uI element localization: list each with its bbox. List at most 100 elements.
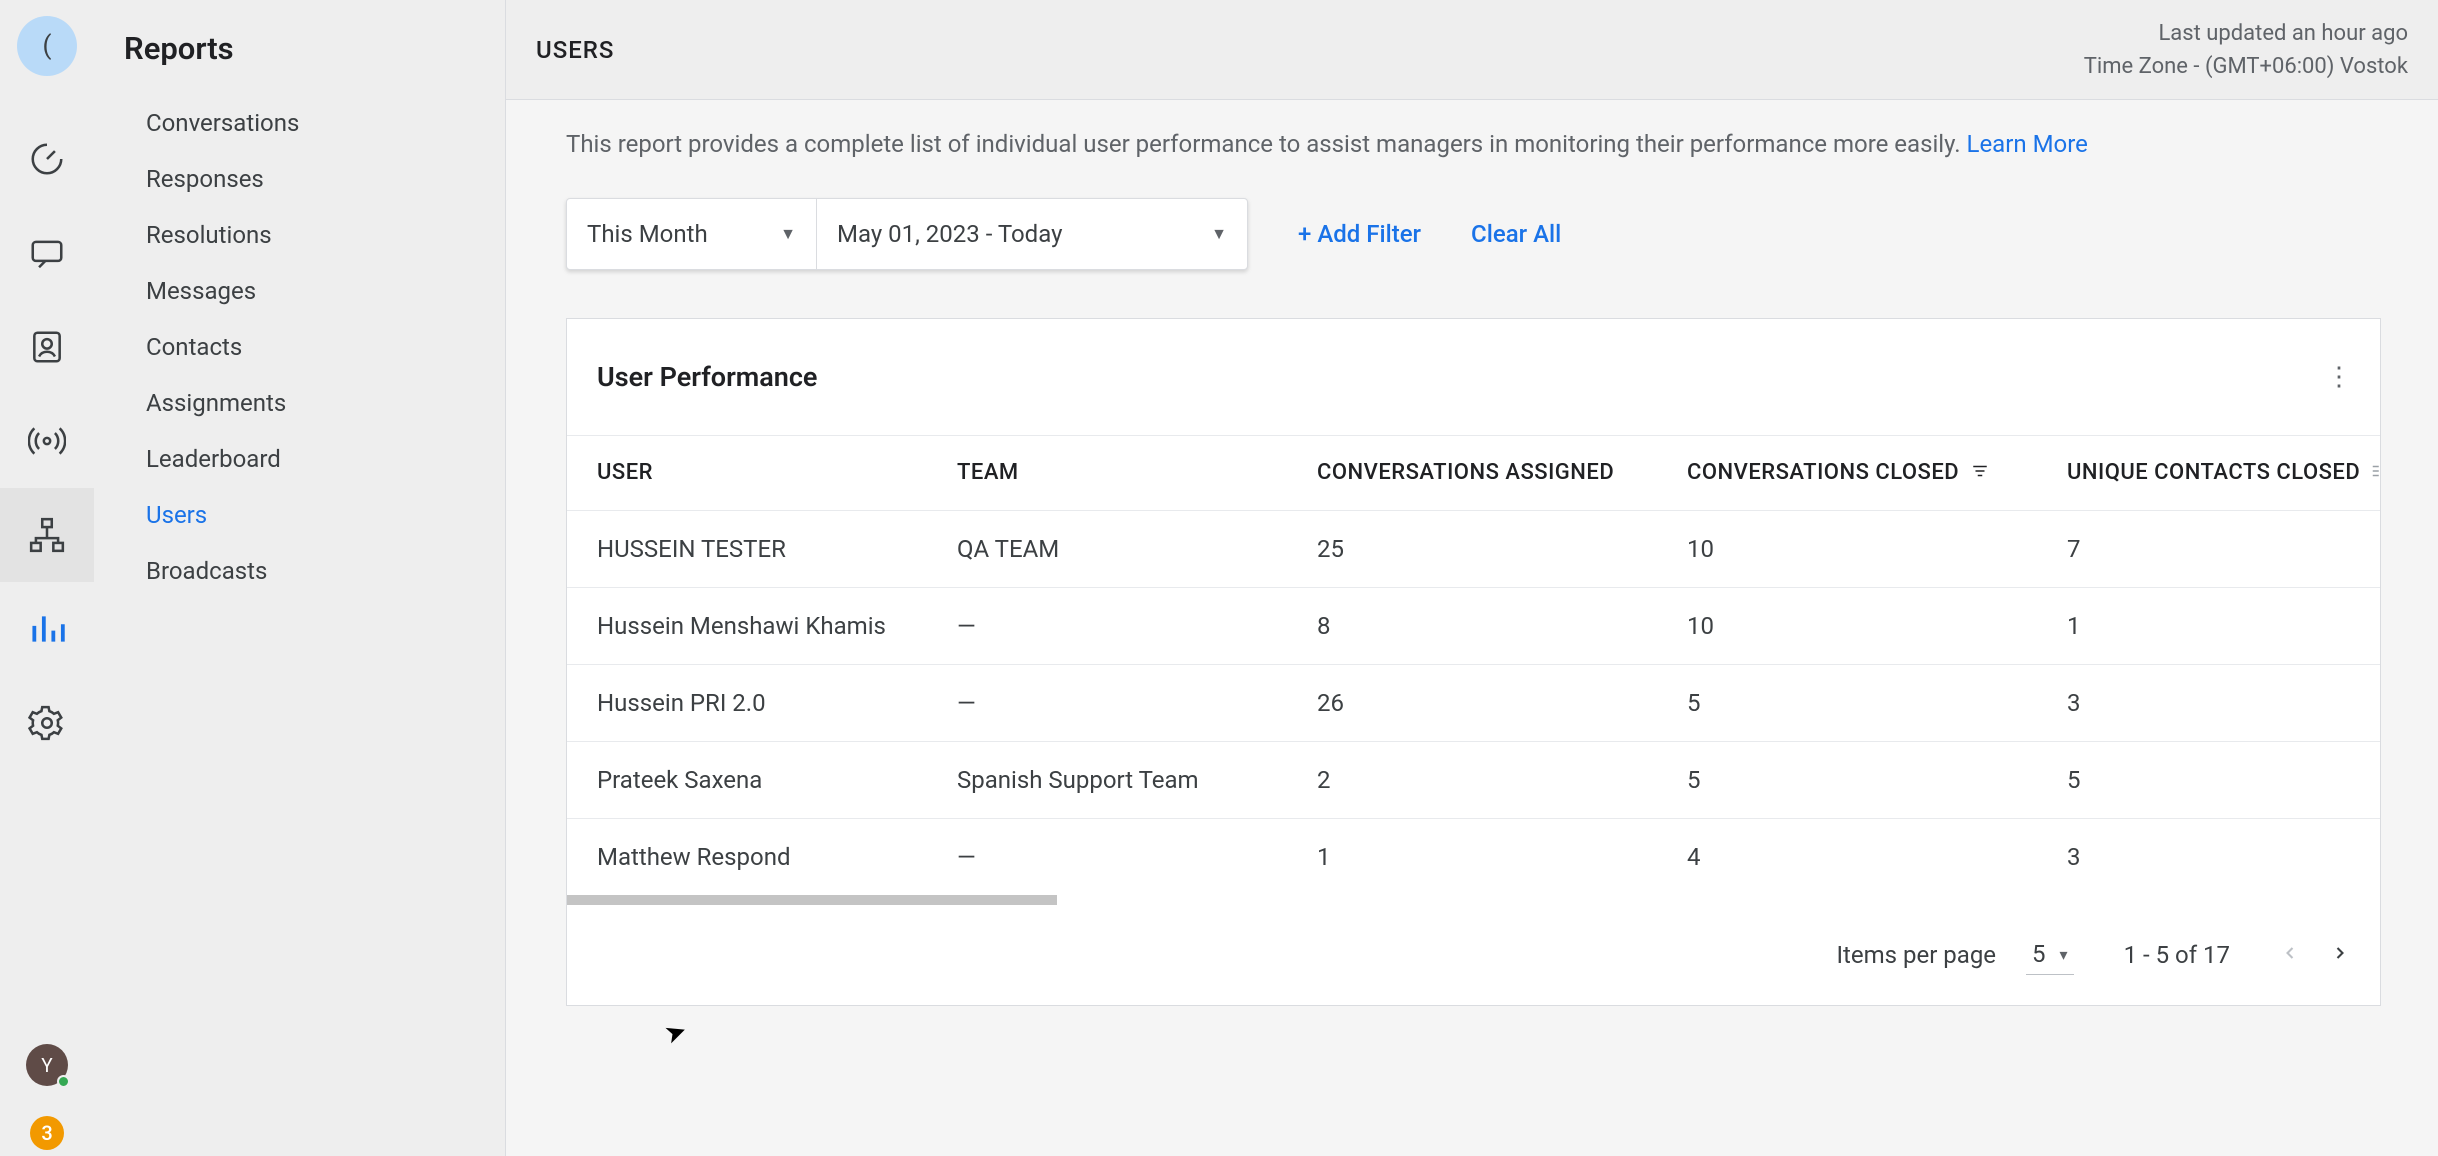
column-header-label: TEAM bbox=[957, 460, 1019, 485]
column-header[interactable]: UNIQUE CONTACTS CLOSED bbox=[2037, 436, 2380, 511]
table-row[interactable]: HUSSEIN TESTERQA TEAM25107 bbox=[567, 510, 2380, 587]
sidebar: Reports ConversationsResponsesResolution… bbox=[94, 0, 506, 1156]
sidebar-item-label: Leaderboard bbox=[146, 445, 281, 473]
user-avatar[interactable]: Y bbox=[26, 1044, 68, 1086]
items-per-page-value: 5 bbox=[2032, 940, 2046, 968]
sidebar-item-conversations[interactable]: Conversations bbox=[94, 95, 505, 151]
sidebar-item-broadcasts[interactable]: Broadcasts bbox=[94, 543, 505, 599]
learn-more-link[interactable]: Learn More bbox=[1967, 130, 2088, 158]
chevron-left-icon bbox=[2280, 943, 2300, 963]
cell-user: Prateek Saxena bbox=[567, 741, 927, 818]
clear-all-button[interactable]: Clear All bbox=[1471, 220, 1561, 248]
cell-unique: 5 bbox=[2037, 741, 2380, 818]
sidebar-item-leaderboard[interactable]: Leaderboard bbox=[94, 431, 505, 487]
cell-team: Spanish Support Team bbox=[927, 741, 1287, 818]
main-header: USERS Last updated an hour ago Time Zone… bbox=[506, 0, 2438, 100]
cell-assigned: 25 bbox=[1287, 510, 1657, 587]
period-picker[interactable]: This Month ▼ bbox=[567, 199, 817, 269]
sort-icon bbox=[1969, 461, 1991, 486]
sidebar-item-responses[interactable]: Responses bbox=[94, 151, 505, 207]
column-header[interactable]: CONVERSATIONS CLOSED bbox=[1657, 436, 2037, 511]
cell-team: QA TEAM bbox=[927, 510, 1287, 587]
column-truncated-icon bbox=[2370, 461, 2380, 486]
notification-badge[interactable]: 3 bbox=[30, 1116, 64, 1150]
presence-indicator bbox=[57, 1075, 70, 1088]
gauge-icon bbox=[28, 140, 66, 178]
items-per-page-label: Items per page bbox=[1837, 941, 1997, 969]
table-row[interactable]: Prateek SaxenaSpanish Support Team255 bbox=[567, 741, 2380, 818]
performance-table: USER TEAM CONVERSATIONS ASSIGNED CONVERSATI… bbox=[567, 435, 2380, 895]
sitemap-icon bbox=[28, 516, 66, 554]
column-header[interactable]: USER bbox=[567, 436, 927, 511]
pager-next-button[interactable] bbox=[2330, 941, 2350, 969]
column-header-label: UNIQUE CONTACTS CLOSED bbox=[2067, 460, 2360, 485]
cell-team: — bbox=[927, 587, 1287, 664]
card-menu-button[interactable]: ⋮ bbox=[2326, 362, 2350, 392]
horizontal-scrollbar[interactable] bbox=[567, 895, 2380, 905]
broadcast-icon bbox=[28, 422, 66, 460]
sidebar-item-resolutions[interactable]: Resolutions bbox=[94, 207, 505, 263]
cell-assigned: 26 bbox=[1287, 664, 1657, 741]
nav-workflows[interactable] bbox=[0, 488, 94, 582]
page-title: USERS bbox=[536, 36, 614, 64]
kebab-icon: ⋮ bbox=[2326, 362, 2350, 392]
sidebar-item-label: Conversations bbox=[146, 109, 299, 137]
pager-range-text: 1 - 5 of 17 bbox=[2124, 941, 2230, 969]
chevron-down-icon: ▼ bbox=[780, 224, 796, 244]
table-pager: Items per page 5 ▾ 1 - 5 of 17 bbox=[567, 905, 2380, 1005]
sidebar-item-label: Users bbox=[146, 501, 207, 529]
card-title: User Performance bbox=[597, 361, 817, 393]
table-row[interactable]: Hussein Menshawi Khamis—8101 bbox=[567, 587, 2380, 664]
nav-contacts[interactable] bbox=[0, 300, 94, 394]
cell-user: Hussein PRI 2.0 bbox=[567, 664, 927, 741]
cell-closed: 10 bbox=[1657, 587, 2037, 664]
sidebar-item-label: Broadcasts bbox=[146, 557, 267, 585]
sidebar-item-messages[interactable]: Messages bbox=[94, 263, 505, 319]
column-header-label: CONVERSATIONS ASSIGNED bbox=[1317, 460, 1614, 485]
nav-broadcast[interactable] bbox=[0, 394, 94, 488]
user-performance-card: User Performance ⋮ USER TEAM CONVERSATIONS… bbox=[566, 318, 2381, 1006]
sidebar-item-label: Messages bbox=[146, 277, 256, 305]
column-header[interactable]: TEAM bbox=[927, 436, 1287, 511]
last-updated-text: Last updated an hour ago bbox=[2084, 17, 2408, 50]
sidebar-item-assignments[interactable]: Assignments bbox=[94, 375, 505, 431]
scrollbar-thumb[interactable] bbox=[567, 895, 1057, 905]
nav-settings[interactable] bbox=[0, 676, 94, 770]
table-row[interactable]: Hussein PRI 2.0—2653 bbox=[567, 664, 2380, 741]
contact-icon bbox=[28, 328, 66, 366]
column-header[interactable]: CONVERSATIONS ASSIGNED bbox=[1287, 436, 1657, 511]
items-per-page-select[interactable]: 5 ▾ bbox=[2026, 934, 2074, 975]
add-filter-button[interactable]: + Add Filter bbox=[1298, 220, 1421, 248]
pager-prev-button[interactable] bbox=[2280, 941, 2300, 969]
column-header-label: CONVERSATIONS CLOSED bbox=[1687, 460, 1959, 485]
sidebar-item-label: Contacts bbox=[146, 333, 242, 361]
period-label: This Month bbox=[587, 220, 708, 248]
workspace-avatar[interactable]: ( bbox=[17, 16, 77, 76]
main-content: USERS Last updated an hour ago Time Zone… bbox=[506, 0, 2438, 1156]
notification-count: 3 bbox=[41, 1121, 52, 1145]
cell-user: Matthew Respond bbox=[567, 818, 927, 895]
range-label: May 01, 2023 - Today bbox=[837, 220, 1062, 248]
cell-team: — bbox=[927, 818, 1287, 895]
cell-unique: 1 bbox=[2037, 587, 2380, 664]
sidebar-item-contacts[interactable]: Contacts bbox=[94, 319, 505, 375]
nav-messages[interactable] bbox=[0, 206, 94, 300]
date-range-picker[interactable]: May 01, 2023 - Today ▼ bbox=[817, 199, 1247, 269]
table-row[interactable]: Matthew Respond—143 bbox=[567, 818, 2380, 895]
cell-closed: 5 bbox=[1657, 664, 2037, 741]
cell-team: — bbox=[927, 664, 1287, 741]
clear-all-label: Clear All bbox=[1471, 220, 1561, 248]
chevron-down-icon: ▼ bbox=[1211, 224, 1227, 244]
sidebar-item-users[interactable]: Users bbox=[94, 487, 505, 543]
sidebar-item-label: Responses bbox=[146, 165, 264, 193]
nav-reports[interactable] bbox=[0, 582, 94, 676]
sidebar-item-label: Assignments bbox=[146, 389, 286, 417]
nav-dashboard[interactable] bbox=[0, 112, 94, 206]
report-description: This report provides a complete list of … bbox=[566, 130, 2408, 158]
cell-closed: 4 bbox=[1657, 818, 2037, 895]
cell-assigned: 2 bbox=[1287, 741, 1657, 818]
sidebar-item-label: Resolutions bbox=[146, 221, 272, 249]
workspace-avatar-text: ( bbox=[43, 31, 52, 61]
cell-assigned: 1 bbox=[1287, 818, 1657, 895]
filter-bar: This Month ▼ May 01, 2023 - Today ▼ + Ad… bbox=[566, 198, 2408, 270]
